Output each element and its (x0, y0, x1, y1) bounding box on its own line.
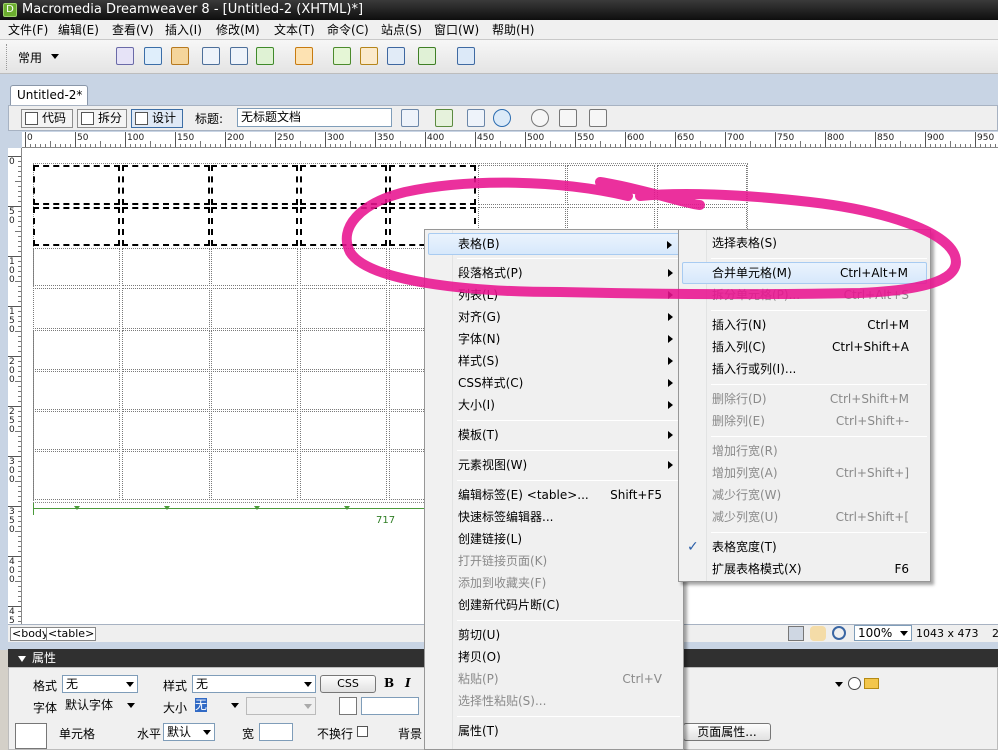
annotation-ellipse (341, 177, 961, 300)
annotation-overlay (341, 177, 961, 300)
